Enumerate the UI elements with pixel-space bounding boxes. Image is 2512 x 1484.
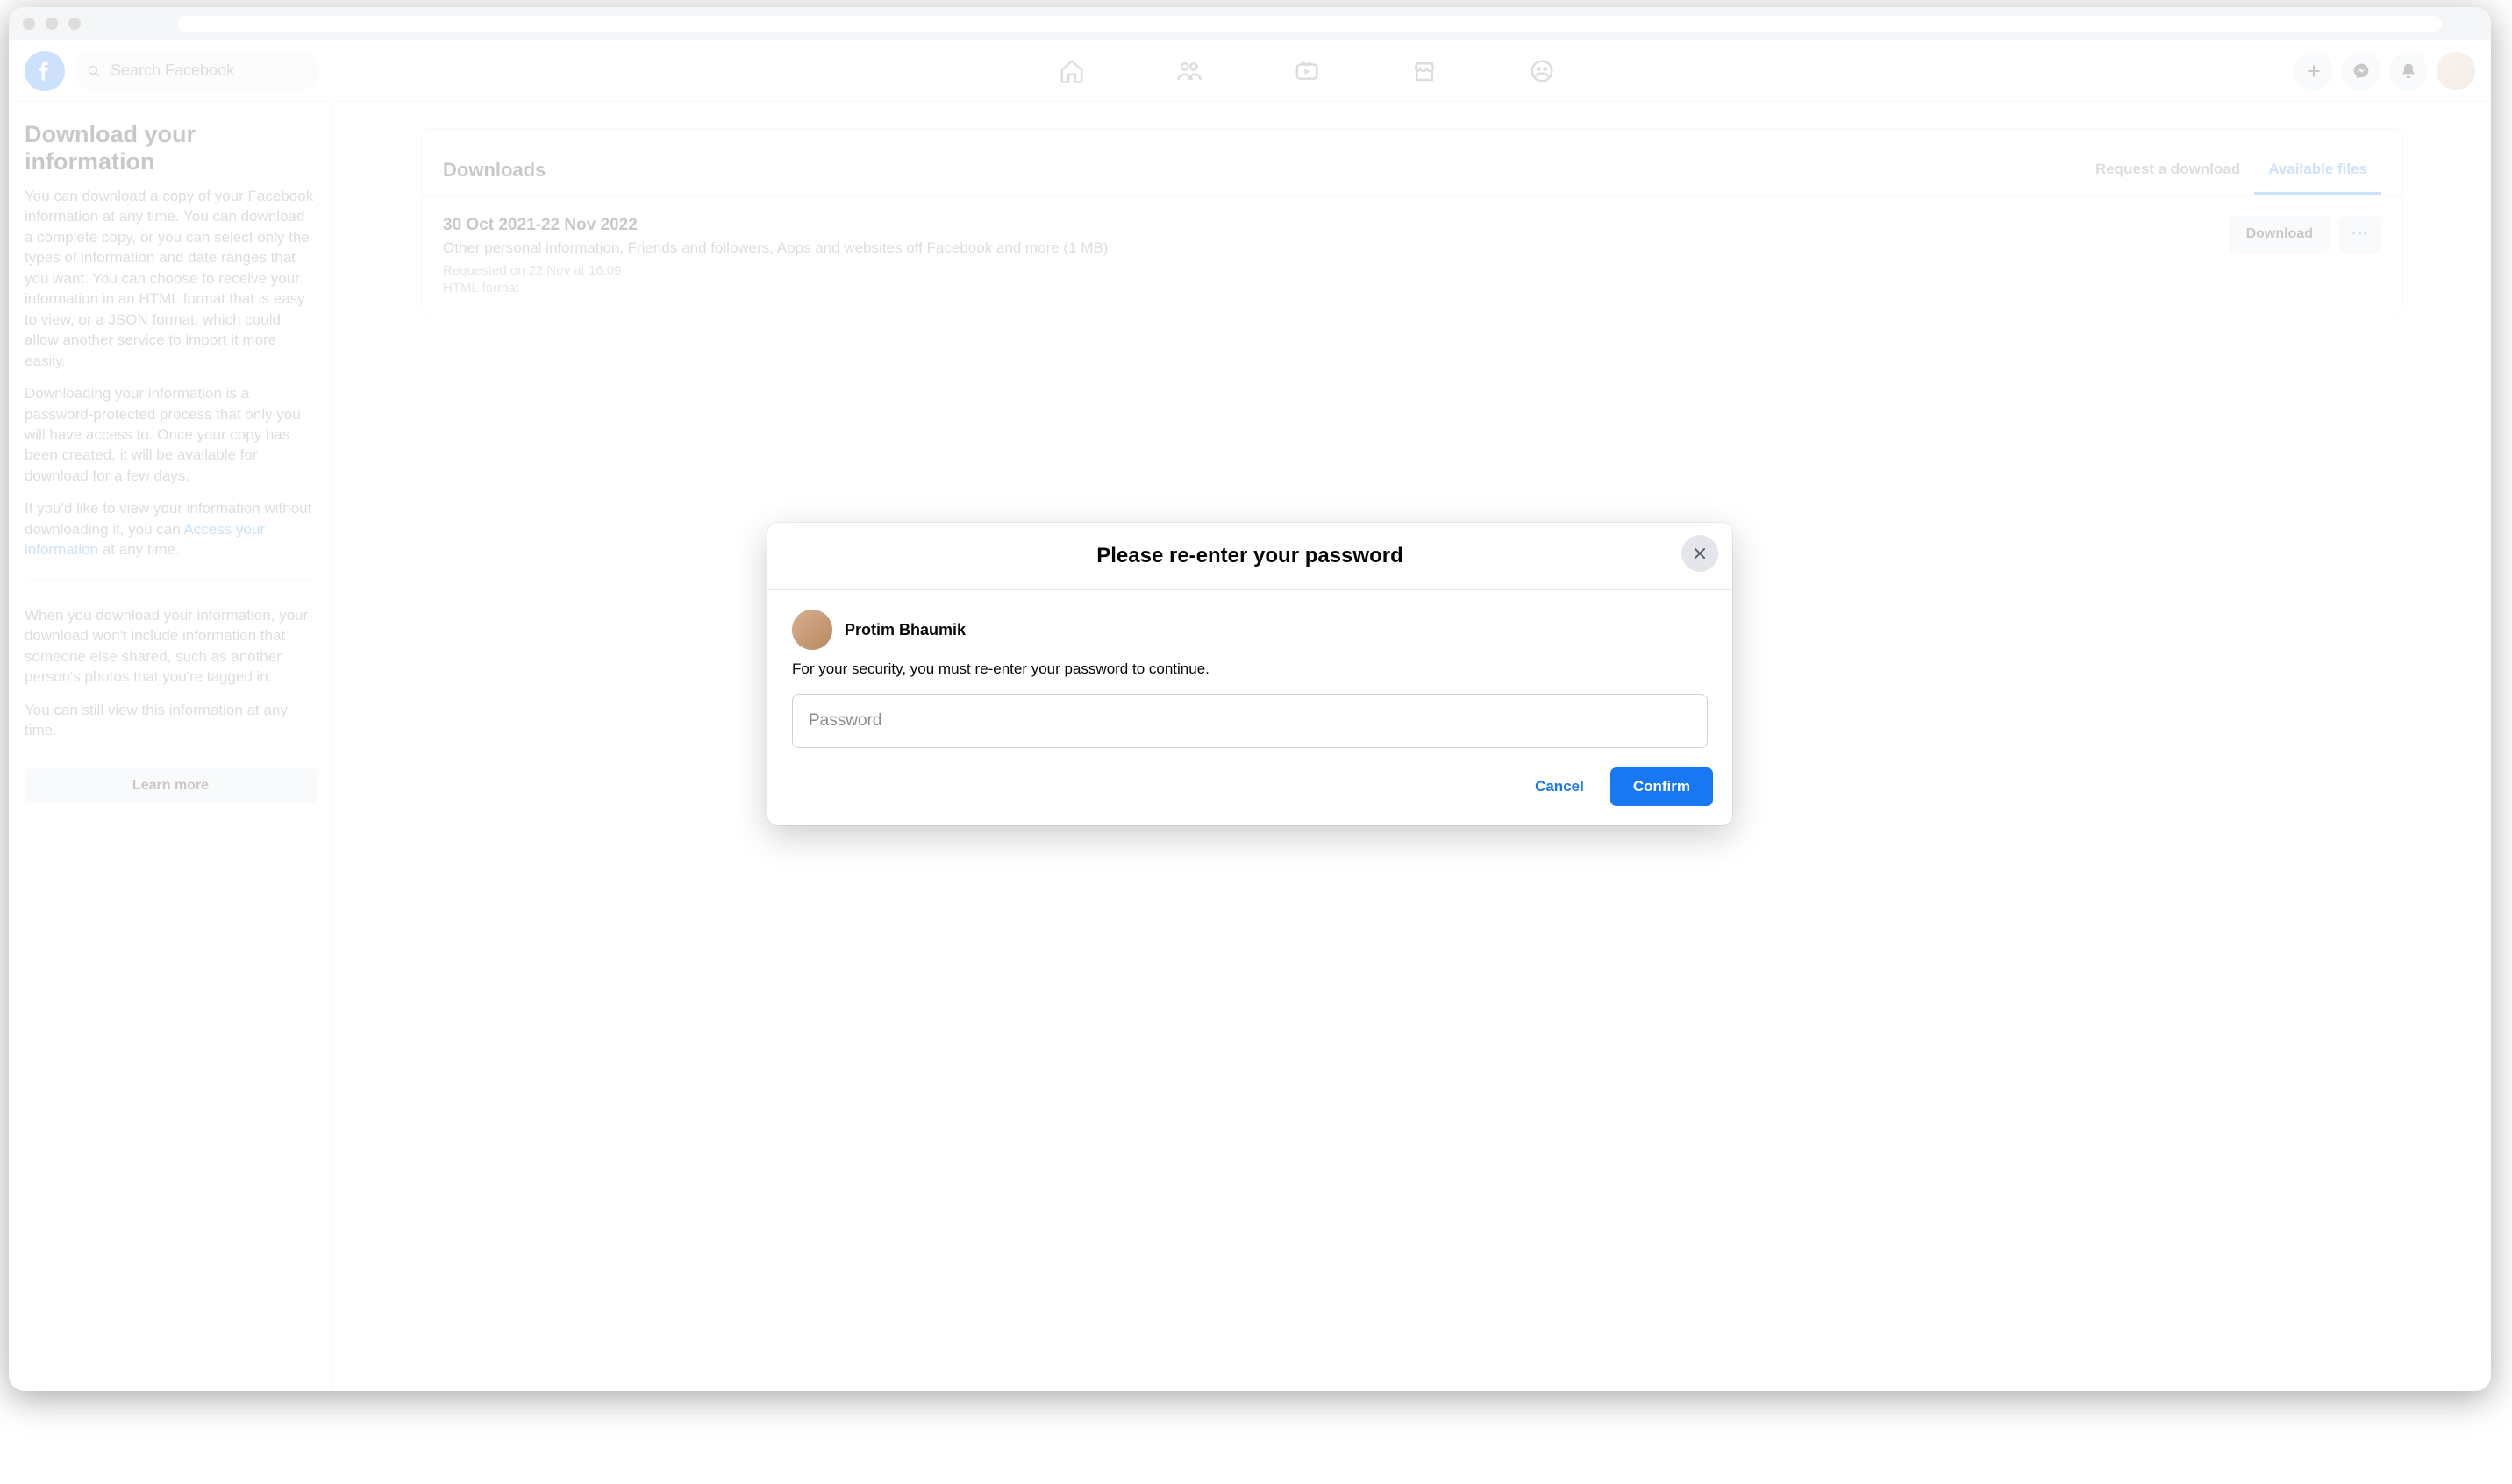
modal-close-button[interactable] <box>1681 535 1718 572</box>
modal-user-row: Protim Bhaumik <box>792 610 1708 650</box>
user-name: Protim Bhaumik <box>845 621 966 639</box>
browser-titlebar <box>9 7 2491 40</box>
window-controls <box>23 18 81 30</box>
modal-footer: Cancel Confirm <box>767 753 1732 825</box>
password-input[interactable] <box>792 694 1708 748</box>
close-window-icon[interactable] <box>23 18 35 30</box>
modal-header: Please re-enter your password <box>767 523 1732 590</box>
modal-title: Please re-enter your password <box>785 544 1715 568</box>
browser-window: Search Facebook Download your informatio… <box>9 7 2491 1391</box>
maximize-window-icon[interactable] <box>68 18 81 30</box>
modal-overlay: Please re-enter your password Protim Bha… <box>9 40 2491 1391</box>
cancel-button[interactable]: Cancel <box>1519 767 1600 806</box>
address-bar[interactable] <box>177 16 2442 32</box>
confirm-button[interactable]: Confirm <box>1610 767 1713 806</box>
minimize-window-icon[interactable] <box>46 18 58 30</box>
close-icon <box>1691 545 1709 562</box>
password-modal: Please re-enter your password Protim Bha… <box>767 523 1732 825</box>
modal-body: Protim Bhaumik For your security, you mu… <box>767 590 1732 753</box>
modal-description: For your security, you must re-enter you… <box>792 660 1708 678</box>
user-avatar <box>792 610 832 650</box>
